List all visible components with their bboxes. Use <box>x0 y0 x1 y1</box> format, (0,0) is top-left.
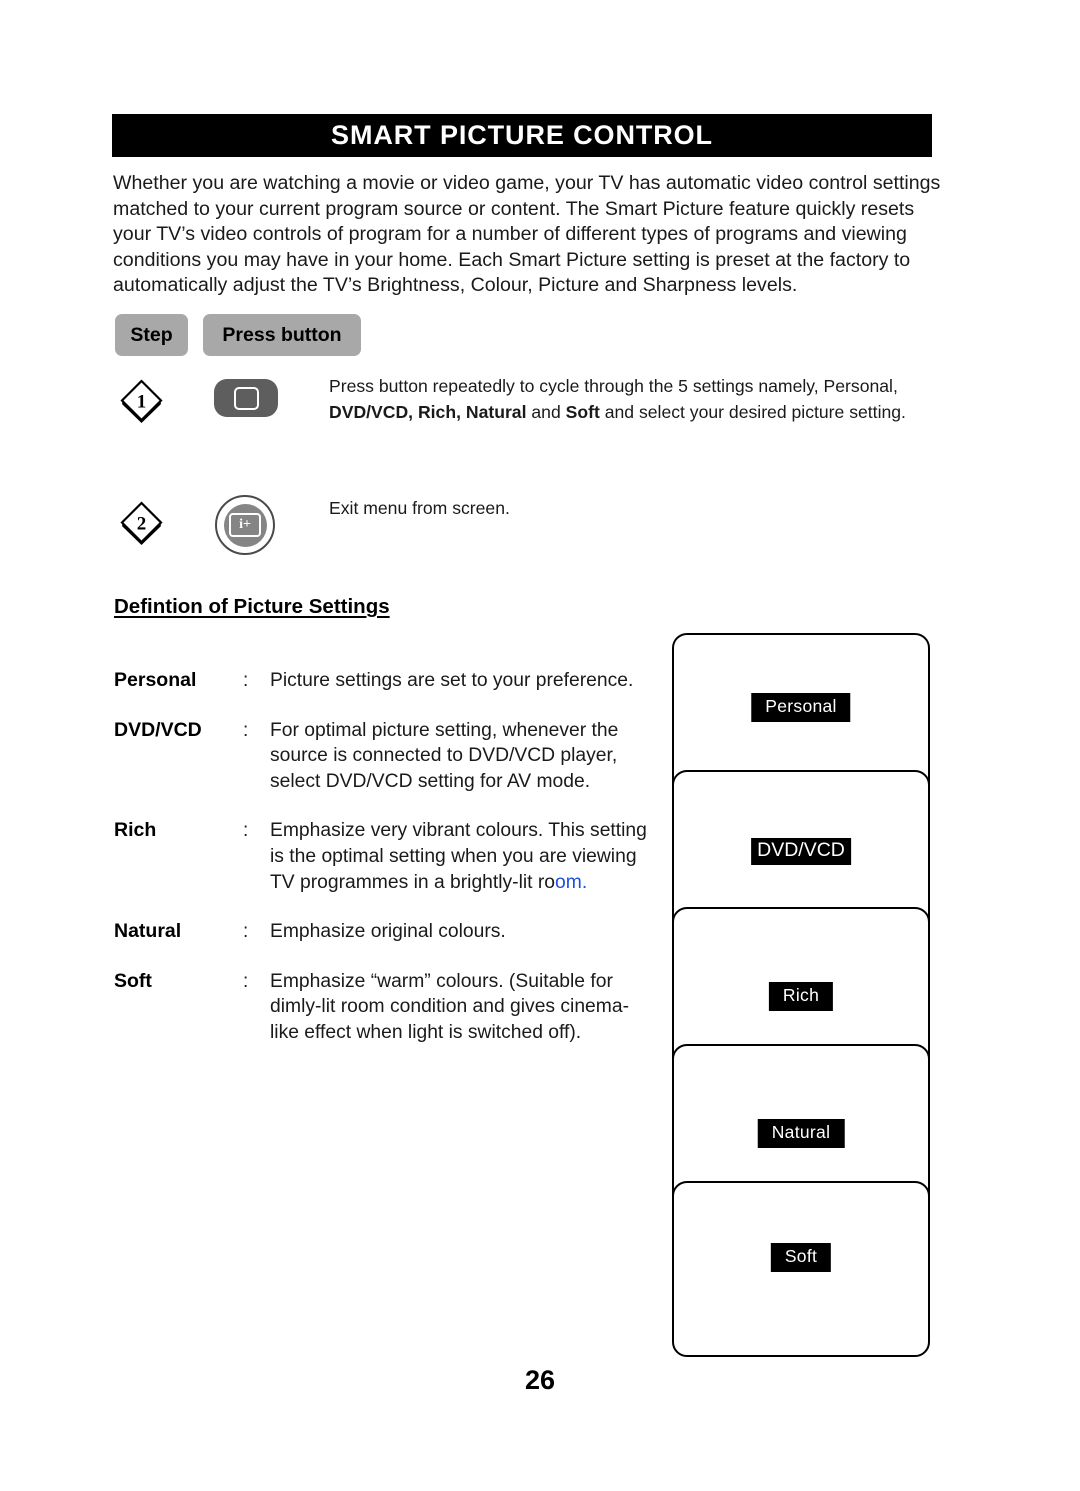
step-2-description: Exit menu from screen. <box>329 496 909 522</box>
definition-description-main: Picture settings are set to your prefere… <box>270 670 634 691</box>
definition-item-dvdvcd: DVD/VCD : For optimal picture setting, w… <box>114 718 654 795</box>
tv-screen-label: Personal <box>751 693 851 722</box>
step-2-button-slot: i+ <box>203 492 275 555</box>
picture-setting-screen-stack: Personal DVD/VCD Rich Natural Soft <box>672 633 930 1358</box>
step-1-text-part3: and select your desired picture setting. <box>599 401 906 422</box>
definition-description: Emphasize “warm” colours. (Suitable for … <box>270 969 654 1046</box>
definition-description: Emphasize very vibrant colours. This set… <box>270 818 654 895</box>
step-number-1: 1 <box>137 392 147 413</box>
definition-description-main: Emphasize very vibrant colours. This set… <box>270 820 647 893</box>
info-plus-button-icon[interactable]: i+ <box>215 495 275 555</box>
tv-screen-label: Natural <box>757 1119 845 1148</box>
definitions-heading: Defintion of Picture Settings <box>114 595 390 618</box>
definition-description-main: For optimal picture setting, whenever th… <box>270 719 619 792</box>
step-number-2: 2 <box>137 514 147 535</box>
info-plus-glyph: i+ <box>229 513 261 537</box>
tv-screen-button-icon[interactable] <box>214 379 278 417</box>
definition-colon: : <box>243 820 249 842</box>
definition-colon: : <box>243 921 249 943</box>
tv-screen-glyph <box>233 386 259 410</box>
definition-description-main: Emphasize “warm” colours. (Suitable for … <box>270 970 629 1043</box>
definition-description-tail: om. <box>555 871 588 893</box>
definition-description: Picture settings are set to your prefere… <box>270 668 654 694</box>
step-1-button-slot <box>203 370 278 417</box>
definitions-list: Personal : Picture settings are set to y… <box>114 668 654 1070</box>
page-header-bar: SMART PICTURE CONTROL <box>112 114 932 157</box>
definition-term: Personal <box>114 669 197 691</box>
step-2-text-part1: Exit menu from screen. <box>329 498 510 518</box>
step-column-header: Step <box>115 314 188 356</box>
definition-item-natural: Natural : Emphasize original colours. <box>114 919 654 945</box>
step-1-text-bold1: DVD/VCD, Rich, Natural <box>329 401 527 422</box>
step-number-diamond-1: 1 <box>119 378 164 423</box>
definition-description: Emphasize original colours. <box>270 919 654 945</box>
press-button-column-header: Press button <box>203 314 361 356</box>
tv-screen-label: Soft <box>770 1243 832 1272</box>
definition-colon: : <box>243 970 249 992</box>
definition-colon: : <box>243 719 249 741</box>
definition-item-rich: Rich : Emphasize very vibrant colours. T… <box>114 818 654 895</box>
step-1-text-part2: and <box>526 401 566 422</box>
tv-screen-label: DVD/VCD <box>751 838 851 865</box>
definition-description-main: Emphasize original colours. <box>270 921 506 943</box>
definition-item-soft: Soft : Emphasize “warm” colours. (Suitab… <box>114 969 654 1046</box>
step-column-header-label: Step <box>130 323 173 346</box>
tv-screen-label: Rich <box>768 982 834 1011</box>
definition-term: Natural <box>114 920 182 943</box>
definition-colon: : <box>243 670 249 691</box>
definition-term: Rich <box>114 819 157 842</box>
tv-screen-soft: Soft <box>672 1181 930 1357</box>
info-plus-button-inner: i+ <box>223 503 267 547</box>
page-number: 26 <box>524 1365 556 1395</box>
definition-term: DVD/VCD <box>114 718 202 741</box>
definition-item-personal: Personal : Picture settings are set to y… <box>114 668 654 694</box>
manual-page: SMART PICTURE CONTROL Whether you are wa… <box>0 0 1080 1491</box>
step-1-description: Press button repeatedly to cycle through… <box>329 374 909 425</box>
step-1-text-bold2: Soft <box>565 401 600 422</box>
step-number-diamond-2: 2 <box>119 500 164 545</box>
definition-term: Soft <box>114 969 152 992</box>
page-title: SMART PICTURE CONTROL <box>331 120 713 150</box>
definition-description: For optimal picture setting, whenever th… <box>270 718 654 795</box>
press-button-column-header-label: Press button <box>222 323 342 346</box>
intro-paragraph: Whether you are watching a movie or vide… <box>113 172 941 297</box>
step-1-text-part1: Press button repeatedly to cycle through… <box>329 376 898 396</box>
